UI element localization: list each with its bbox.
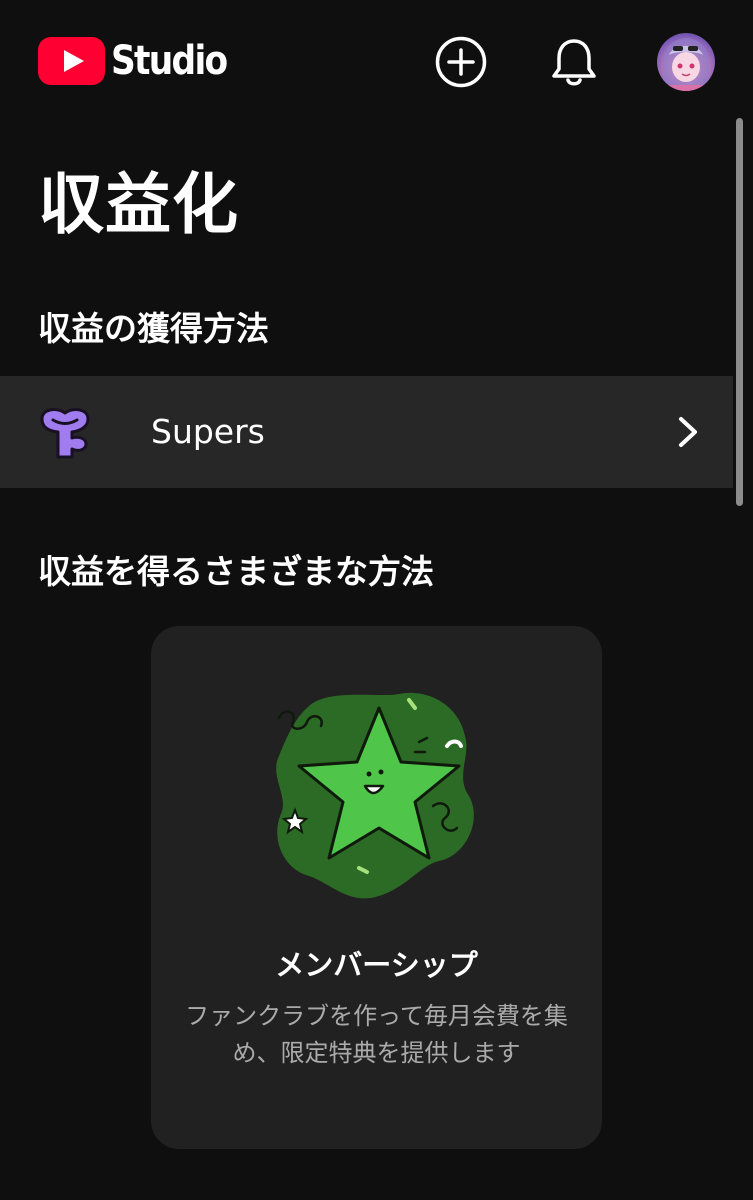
supers-label: Supers xyxy=(151,412,265,451)
membership-star-illustration xyxy=(276,692,474,899)
membership-description: ファンクラブを作って毎月会費を集め、限定特典を提供します xyxy=(185,1002,568,1067)
studio-logo[interactable]: Studio xyxy=(38,37,245,85)
logo-text: Studio xyxy=(111,38,228,84)
app-header: Studio xyxy=(0,0,753,122)
membership-card[interactable]: メンバーシップ ファンクラブを作って毎月会費を集め、限定特典を提供します xyxy=(151,626,602,1149)
create-button[interactable] xyxy=(429,30,493,94)
avatar[interactable] xyxy=(657,33,715,91)
chevron-right-icon xyxy=(679,417,697,447)
notifications-button[interactable] xyxy=(542,30,606,94)
avatar-image xyxy=(661,38,711,91)
supers-icon xyxy=(40,408,90,459)
page-title: 収益化 xyxy=(38,166,239,243)
scrollbar[interactable] xyxy=(736,118,743,506)
youtube-play-logo-icon xyxy=(38,37,105,85)
bell-icon xyxy=(552,39,596,86)
earn-section-title: 収益の獲得方法 xyxy=(38,309,269,348)
supers-list-item[interactable]: Supers xyxy=(0,376,733,488)
ways-section-title: 収益を得るさまざまな方法 xyxy=(38,552,434,591)
create-plus-icon xyxy=(435,36,487,88)
membership-title: メンバーシップ xyxy=(275,948,478,982)
